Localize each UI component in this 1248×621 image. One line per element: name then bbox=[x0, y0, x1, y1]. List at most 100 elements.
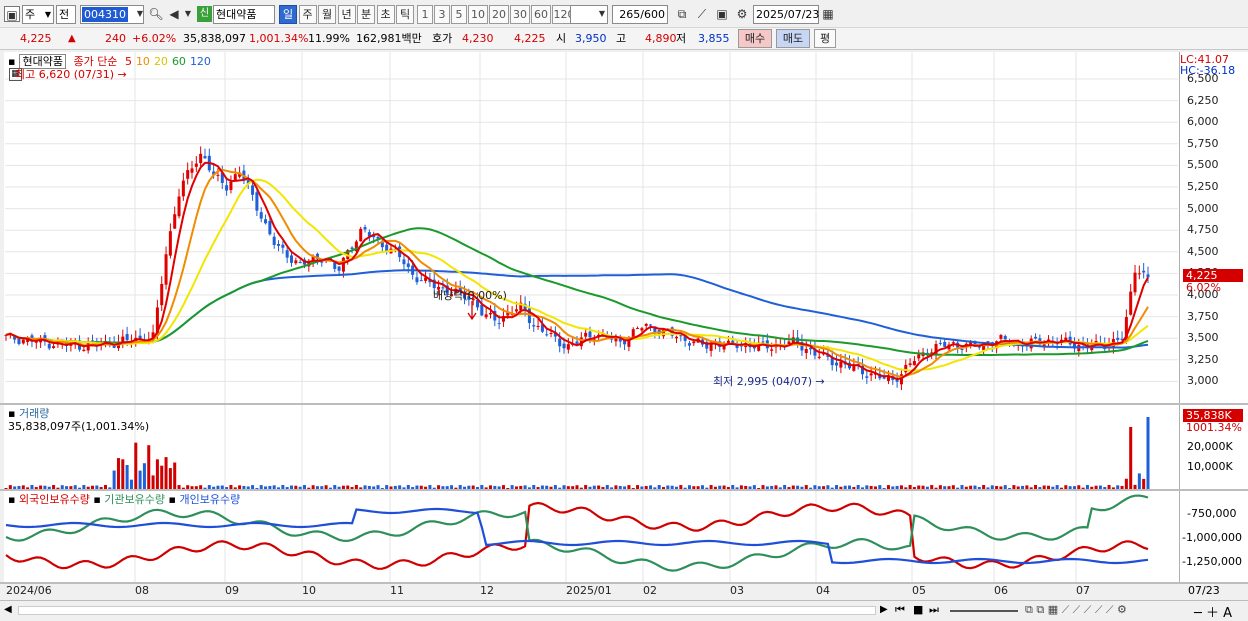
volume-bar bbox=[354, 485, 358, 489]
volume-bar bbox=[220, 485, 224, 489]
volume-bar bbox=[177, 485, 181, 489]
volume-bar bbox=[216, 485, 220, 489]
volume-bar bbox=[744, 485, 748, 489]
candle-body bbox=[558, 338, 562, 347]
volume-bar bbox=[830, 487, 834, 489]
volume-bar bbox=[69, 486, 73, 489]
candle-body bbox=[636, 328, 640, 330]
volume-bar bbox=[17, 485, 21, 489]
volume-bar bbox=[151, 475, 155, 489]
volume-bar bbox=[584, 485, 588, 489]
candle-body bbox=[203, 156, 207, 159]
stop-icon[interactable]: ■ bbox=[913, 603, 923, 616]
volume-bar bbox=[1003, 485, 1007, 489]
volume-bar bbox=[1055, 485, 1059, 489]
volume-bar bbox=[138, 470, 142, 489]
volume-bar bbox=[809, 487, 813, 489]
candle-body bbox=[17, 338, 21, 345]
volume-bar bbox=[229, 485, 233, 489]
volume-bar bbox=[835, 485, 839, 489]
volume-bar bbox=[636, 485, 640, 489]
volume-bar bbox=[878, 485, 882, 489]
candle-body bbox=[865, 376, 869, 378]
volume-bar bbox=[324, 485, 328, 489]
candle-body bbox=[1142, 270, 1146, 273]
volume-bar bbox=[947, 486, 951, 489]
volume-bar bbox=[930, 485, 934, 489]
x-axis-label: 2024/06 bbox=[6, 584, 52, 597]
candle-body bbox=[709, 343, 713, 351]
zoom-slider[interactable] bbox=[950, 610, 1018, 612]
volume-bar bbox=[432, 487, 436, 489]
x-axis-label: 05 bbox=[912, 584, 926, 597]
volume-bar bbox=[372, 486, 376, 489]
volume-bar bbox=[700, 485, 704, 489]
volume-bar bbox=[977, 487, 981, 489]
last-page-icon[interactable]: ⏭ bbox=[929, 603, 939, 617]
volume-bar bbox=[389, 486, 393, 489]
volume-tick-2: 10,000K bbox=[1187, 460, 1233, 473]
candle-body bbox=[912, 361, 916, 366]
volume-bar bbox=[1085, 485, 1089, 489]
volume-bar bbox=[614, 485, 618, 489]
candle-body bbox=[186, 170, 190, 179]
volume-bar bbox=[731, 485, 735, 489]
x-axis-label: 10 bbox=[302, 584, 316, 597]
volume-bar bbox=[666, 485, 670, 489]
price-tick: 6,000 bbox=[1187, 115, 1219, 129]
volume-bar bbox=[246, 486, 250, 489]
volume-bar bbox=[199, 485, 203, 489]
volume-bar bbox=[277, 487, 281, 489]
volume-bar bbox=[488, 485, 492, 489]
volume-bar bbox=[653, 487, 657, 489]
scroll-left-icon[interactable]: ◀ bbox=[4, 604, 12, 615]
volume-bar bbox=[367, 485, 371, 489]
volume-bar bbox=[108, 487, 112, 489]
candle-body bbox=[566, 344, 570, 350]
volume-bar bbox=[1064, 485, 1068, 489]
volume-bar bbox=[99, 487, 103, 489]
volume-bar bbox=[415, 485, 419, 489]
volume-bar bbox=[328, 487, 332, 489]
candle-body bbox=[562, 343, 566, 349]
candle-body bbox=[225, 185, 229, 191]
price-tick: 5,250 bbox=[1187, 180, 1219, 193]
volume-bar bbox=[674, 486, 679, 489]
volume-bar bbox=[1008, 487, 1012, 489]
first-page-icon[interactable]: ⏮ bbox=[895, 603, 905, 617]
volume-bar bbox=[990, 485, 994, 489]
volume-bar bbox=[852, 487, 856, 489]
volume-bar bbox=[103, 485, 108, 489]
volume-bar bbox=[696, 486, 700, 489]
volume-bar bbox=[1038, 487, 1042, 489]
volume-bar bbox=[748, 486, 752, 489]
volume-bar bbox=[657, 485, 661, 489]
volume-bar bbox=[207, 485, 211, 489]
volume-bar bbox=[718, 485, 722, 489]
volume-bar bbox=[402, 487, 406, 489]
volume-bar bbox=[649, 485, 653, 489]
volume-bar bbox=[320, 486, 324, 489]
candle-body bbox=[1146, 274, 1150, 278]
volume-bar bbox=[865, 485, 869, 489]
volume-bar bbox=[501, 485, 505, 489]
ma-legend-20: 20 bbox=[153, 55, 168, 68]
volume-bar bbox=[428, 485, 432, 489]
volume-bar bbox=[259, 485, 263, 489]
zoom-controls[interactable]: ─ ＋ A bbox=[1194, 602, 1232, 621]
scroll-track[interactable] bbox=[18, 606, 876, 615]
candle-body bbox=[687, 343, 691, 346]
volume-bar bbox=[463, 486, 467, 489]
candle-body bbox=[536, 325, 540, 327]
volume-bar bbox=[973, 485, 977, 489]
price-tick: 3,000 bbox=[1187, 374, 1219, 388]
price-tick: 4,750 bbox=[1187, 223, 1219, 237]
volume-bar bbox=[1146, 417, 1150, 489]
volume-bar bbox=[471, 485, 475, 489]
candle-body bbox=[1003, 336, 1007, 340]
layout-icons[interactable]: ⧉ ⧉ ▦ ⟋ ⟋ ⟋ ⟋ ⟋ ⚙ bbox=[1025, 603, 1127, 617]
volume-bar bbox=[995, 485, 999, 489]
scroll-right-icon[interactable]: ▶ bbox=[880, 604, 888, 615]
volume-bar bbox=[26, 487, 30, 489]
candle-body bbox=[631, 329, 635, 338]
